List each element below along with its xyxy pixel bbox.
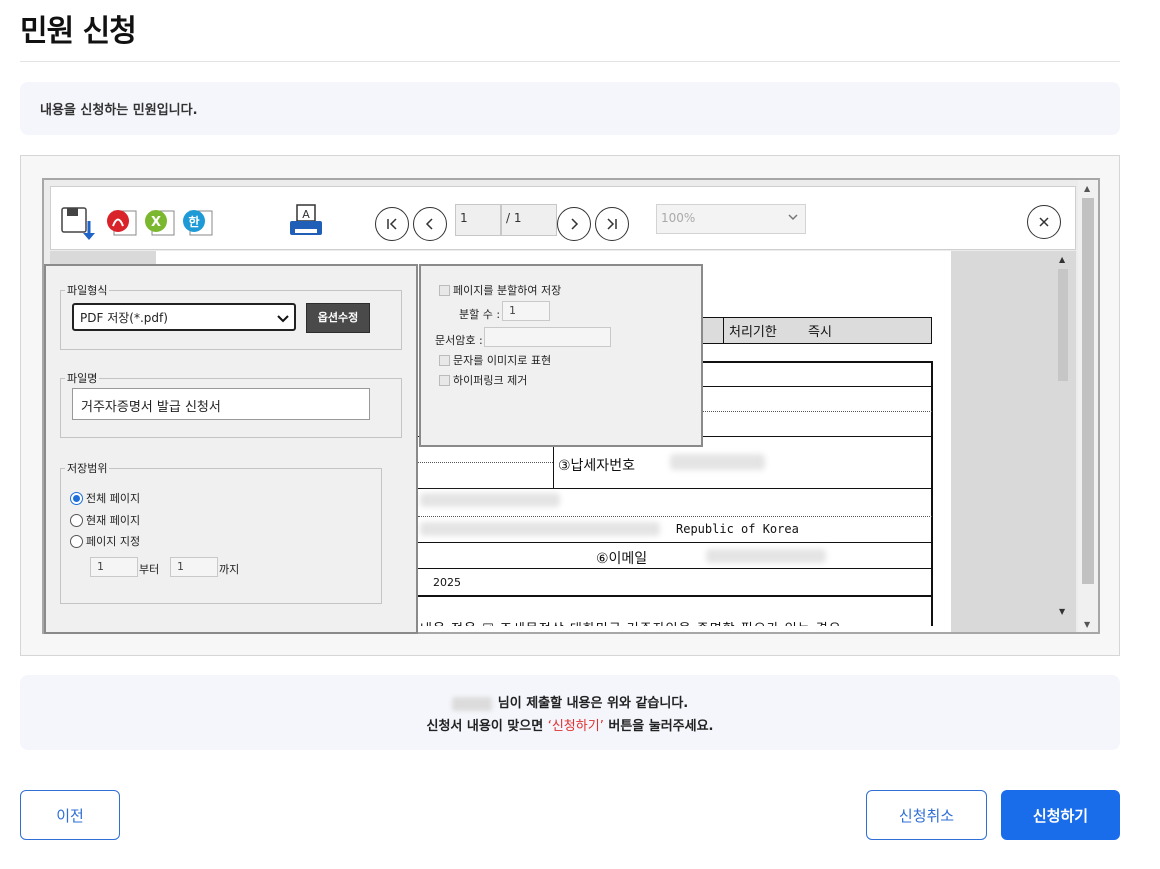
country-value: Republic of Korea xyxy=(676,522,799,536)
split-count-label: 분할 수 : xyxy=(459,308,501,321)
document-scrollbar[interactable]: ▲ ▼ xyxy=(1053,251,1073,631)
file-name-input[interactable]: 거주자증명서 발급 신청서 xyxy=(72,388,370,420)
radio-unchecked-icon[interactable] xyxy=(70,534,83,548)
chevron-right-icon xyxy=(571,218,579,230)
split-pages-label: 페이지를 분할하여 저장 xyxy=(453,284,562,297)
zoom-value: 100% xyxy=(661,211,696,225)
last-page-icon xyxy=(607,218,617,230)
scroll-thumb[interactable] xyxy=(1058,269,1068,381)
first-page-icon xyxy=(387,218,397,230)
save-range-group: 저장범위 xyxy=(60,460,382,604)
options-edit-button[interactable]: 옵션수정 xyxy=(306,303,370,333)
print-icon[interactable]: A xyxy=(287,203,322,235)
prev-button[interactable]: 이전 xyxy=(20,790,120,840)
svg-text:한: 한 xyxy=(188,214,199,229)
summary-line2-accent: ‘신청하기’ xyxy=(547,719,604,734)
cancel-application-button[interactable]: 신청취소 xyxy=(866,790,987,840)
first-page-button[interactable] xyxy=(375,207,409,241)
summary-line2-suffix: 버튼을 눌러주세요. xyxy=(603,719,714,734)
submit-application-button[interactable]: 신청하기 xyxy=(1001,790,1120,840)
file-format-legend: 파일형식 xyxy=(67,284,108,297)
range-from-input[interactable]: 1 xyxy=(90,557,138,577)
range-to-input[interactable]: 1 xyxy=(170,557,218,577)
excel-icon[interactable]: X xyxy=(144,207,175,237)
hwp-icon[interactable]: 한 xyxy=(182,207,213,237)
range-all-option[interactable]: 전체 페이지 xyxy=(70,490,140,506)
viewer-scrollbar[interactable]: ▲ ▼ xyxy=(1078,180,1098,632)
options-panel: 페이지를 분할하여 저장 분할 수 : 1 문서암호 : 문자를 이미지로 표현… xyxy=(419,264,703,447)
text-as-image-option[interactable]: 문자를 이미지로 표현 xyxy=(439,352,551,368)
close-icon xyxy=(1039,217,1049,227)
chevron-down-icon xyxy=(788,214,798,221)
summary-line2-prefix: 신청서 내용이 맞으면 xyxy=(426,719,548,734)
summary-line-1: 님이 제출할 내용은 위와 같습니다. xyxy=(20,692,1120,711)
chevron-down-icon xyxy=(277,315,289,323)
range-custom-label: 페이지 지정 xyxy=(86,535,141,548)
text-as-image-label: 문자를 이미지로 표현 xyxy=(453,354,552,367)
pdf-icon[interactable] xyxy=(106,207,137,237)
range-from-suffix: 부터 xyxy=(139,563,160,576)
document-bottom-text: 내용 적용 ☑ 조세목적상 대한민국 거주자임을 증명할 필요가 있는 경우 xyxy=(420,618,842,626)
range-all-label: 전체 페이지 xyxy=(86,492,141,505)
checkbox-icon[interactable] xyxy=(439,354,450,366)
checkbox-icon[interactable] xyxy=(439,284,450,296)
range-custom-option[interactable]: 페이지 지정 xyxy=(70,533,140,549)
chevron-left-icon xyxy=(425,218,433,230)
prev-page-button[interactable] xyxy=(413,207,447,241)
svg-text:X: X xyxy=(151,215,161,230)
remove-hyperlinks-option[interactable]: 하이퍼링크 제거 xyxy=(439,372,527,388)
info-text: 내용을 신청하는 민원입니다. xyxy=(40,103,198,118)
scroll-up-icon[interactable]: ▲ xyxy=(1084,184,1090,193)
page-number-input[interactable]: 1 xyxy=(455,204,501,236)
remove-hyperlinks-label: 하이퍼링크 제거 xyxy=(453,374,528,387)
info-box: 내용을 신청하는 민원입니다. xyxy=(20,82,1120,135)
range-to-suffix: 까지 xyxy=(219,563,240,576)
save-icon[interactable] xyxy=(61,207,95,240)
scroll-thumb[interactable] xyxy=(1082,198,1094,584)
scroll-up-icon[interactable]: ▲ xyxy=(1059,255,1065,264)
title-divider xyxy=(20,61,1120,62)
summary-line1-text: 님이 제출할 내용은 위와 같습니다. xyxy=(497,696,689,711)
next-page-button[interactable] xyxy=(557,207,591,241)
radio-unchecked-icon[interactable] xyxy=(70,513,83,527)
viewer-toolbar: X 한 A 1 / 1 100% xyxy=(50,186,1076,250)
zoom-select[interactable]: 100% xyxy=(656,204,806,234)
last-page-button[interactable] xyxy=(595,207,629,241)
range-current-option[interactable]: 현재 페이지 xyxy=(70,512,140,528)
doc-password-label: 문서암호 : xyxy=(435,334,483,347)
file-format-select[interactable]: PDF 저장(*.pdf) xyxy=(72,303,296,331)
processing-value: 즉시 xyxy=(808,325,832,340)
save-dialog: 파일형식 PDF 저장(*.pdf) 옵션수정 파일명 거주자증명서 발급 신청… xyxy=(44,264,418,634)
year-value: 2025 xyxy=(433,576,461,589)
range-current-label: 현재 페이지 xyxy=(86,514,141,527)
processing-label: 처리기한 xyxy=(729,325,777,340)
file-format-value: PDF 저장(*.pdf) xyxy=(80,311,168,325)
scroll-down-icon[interactable]: ▼ xyxy=(1084,620,1090,629)
applicant-name-masked xyxy=(451,696,492,711)
page-total: / 1 xyxy=(501,204,557,236)
email-label: ⑥이메일 xyxy=(596,551,648,567)
split-count-input[interactable]: 1 xyxy=(502,301,550,321)
doc-password-input[interactable] xyxy=(484,327,611,347)
summary-line-2: 신청서 내용이 맞으면 ‘신청하기’ 버튼을 눌러주세요. xyxy=(20,715,1120,734)
close-viewer-button[interactable] xyxy=(1027,205,1061,239)
page-title: 민원 신청 xyxy=(20,14,137,49)
svg-text:A: A xyxy=(302,208,310,221)
taxpayer-number-label: ③납세자번호 xyxy=(558,458,635,474)
file-name-legend: 파일명 xyxy=(67,372,98,385)
checkbox-icon[interactable] xyxy=(439,374,450,386)
save-range-legend: 저장범위 xyxy=(67,462,108,475)
summary-box: 님이 제출할 내용은 위와 같습니다. 신청서 내용이 맞으면 ‘신청하기’ 버… xyxy=(20,675,1120,750)
scroll-down-icon[interactable]: ▼ xyxy=(1059,607,1065,616)
split-pages-option[interactable]: 페이지를 분할하여 저장 xyxy=(439,282,561,298)
radio-checked-icon[interactable] xyxy=(70,491,83,505)
